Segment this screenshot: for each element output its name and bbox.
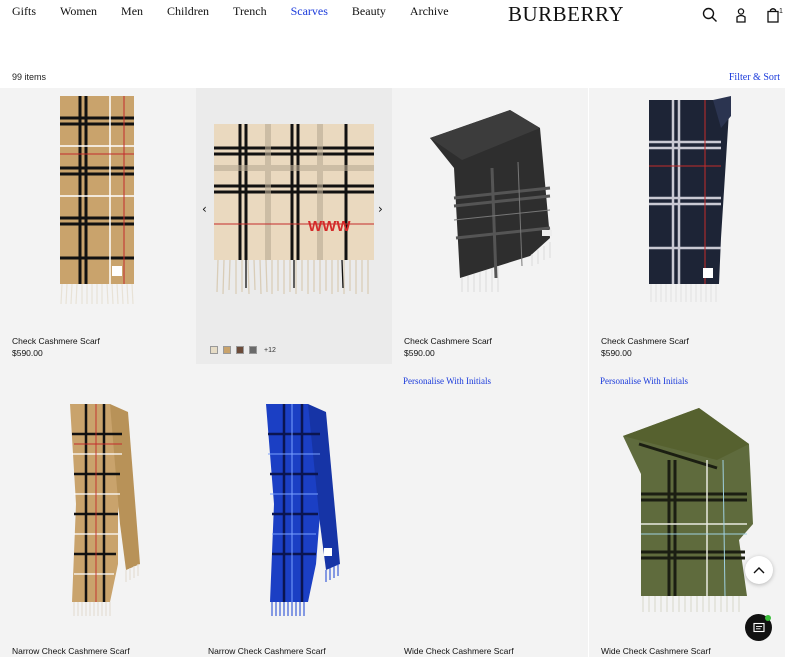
product-image[interactable] xyxy=(0,364,196,624)
nav-item-trench[interactable]: Trench xyxy=(233,4,267,19)
product-card[interactable]: Personalise With Initials Wide Check Cas… xyxy=(589,364,785,657)
nav-item-men[interactable]: Men xyxy=(121,4,143,19)
more-swatches-count[interactable]: +12 xyxy=(264,347,276,354)
product-card[interactable]: WWW ‹ › +12 xyxy=(196,88,392,364)
brand-logo[interactable]: BURBERRY xyxy=(508,2,624,27)
carousel-next-icon[interactable]: › xyxy=(378,202,383,216)
product-card[interactable]: Check Cashmere Scarf $590.00 xyxy=(589,88,785,364)
swatch[interactable] xyxy=(236,346,244,354)
product-price: $590.00 xyxy=(12,348,43,358)
carousel-prev-icon[interactable]: ‹ xyxy=(202,202,207,216)
items-count: 99 items xyxy=(12,72,47,82)
product-card[interactable]: Check Cashmere Scarf $590.00 xyxy=(392,88,588,364)
nav-item-children[interactable]: Children xyxy=(167,4,209,19)
online-status-dot xyxy=(765,615,771,621)
personalise-badge[interactable]: Personalise With Initials xyxy=(403,376,491,386)
account-icon[interactable] xyxy=(732,6,750,24)
nav-item-women[interactable]: Women xyxy=(60,4,97,19)
product-image[interactable] xyxy=(0,88,196,328)
swatch[interactable] xyxy=(223,346,231,354)
swatch[interactable] xyxy=(249,346,257,354)
product-image[interactable] xyxy=(196,364,392,624)
product-name[interactable]: Check Cashmere Scarf xyxy=(404,336,492,346)
product-price: $590.00 xyxy=(601,348,632,358)
product-name[interactable]: Narrow Check Cashmere Scarf xyxy=(208,646,326,656)
product-card[interactable]: Narrow Check Cashmere Scarf xyxy=(0,364,196,657)
chat-icon xyxy=(752,622,765,632)
cart-count: 1 xyxy=(779,8,783,15)
product-card[interactable]: Narrow Check Cashmere Scarf xyxy=(196,364,392,657)
product-name[interactable]: Check Cashmere Scarf xyxy=(12,336,100,346)
product-image[interactable] xyxy=(392,88,588,328)
search-icon[interactable] xyxy=(701,6,719,24)
personalise-badge[interactable]: Personalise With Initials xyxy=(600,376,688,386)
nav-item-beauty[interactable]: Beauty xyxy=(352,4,386,19)
product-image[interactable] xyxy=(392,364,588,624)
color-swatches: +12 xyxy=(210,346,276,354)
swatch[interactable] xyxy=(210,346,218,354)
nav-item-archive[interactable]: Archive xyxy=(410,4,449,19)
chevron-up-icon xyxy=(753,567,765,574)
product-card[interactable]: Check Cashmere Scarf $590.00 xyxy=(0,88,196,364)
monogram-text: WWW xyxy=(308,218,351,235)
nav-item-scarves[interactable]: Scarves xyxy=(291,4,328,19)
nav-item-gifts[interactable]: Gifts xyxy=(12,4,36,19)
product-image[interactable] xyxy=(589,88,785,328)
product-price: $590.00 xyxy=(404,348,435,358)
product-name[interactable]: Wide Check Cashmere Scarf xyxy=(601,646,711,656)
main-nav: Gifts Women Men Children Trench Scarves … xyxy=(12,4,473,19)
chat-button[interactable] xyxy=(745,614,772,641)
back-to-top-button[interactable] xyxy=(745,556,773,584)
product-card[interactable]: Personalise With Initials Wide Check Cas… xyxy=(392,364,588,657)
product-image[interactable] xyxy=(589,364,785,624)
filter-sort-button[interactable]: Filter & Sort xyxy=(729,72,780,83)
product-name[interactable]: Check Cashmere Scarf xyxy=(601,336,689,346)
product-image[interactable] xyxy=(196,88,392,328)
product-name[interactable]: Narrow Check Cashmere Scarf xyxy=(12,646,130,656)
site-header: Gifts Women Men Children Trench Scarves … xyxy=(0,0,789,60)
product-name[interactable]: Wide Check Cashmere Scarf xyxy=(404,646,514,656)
